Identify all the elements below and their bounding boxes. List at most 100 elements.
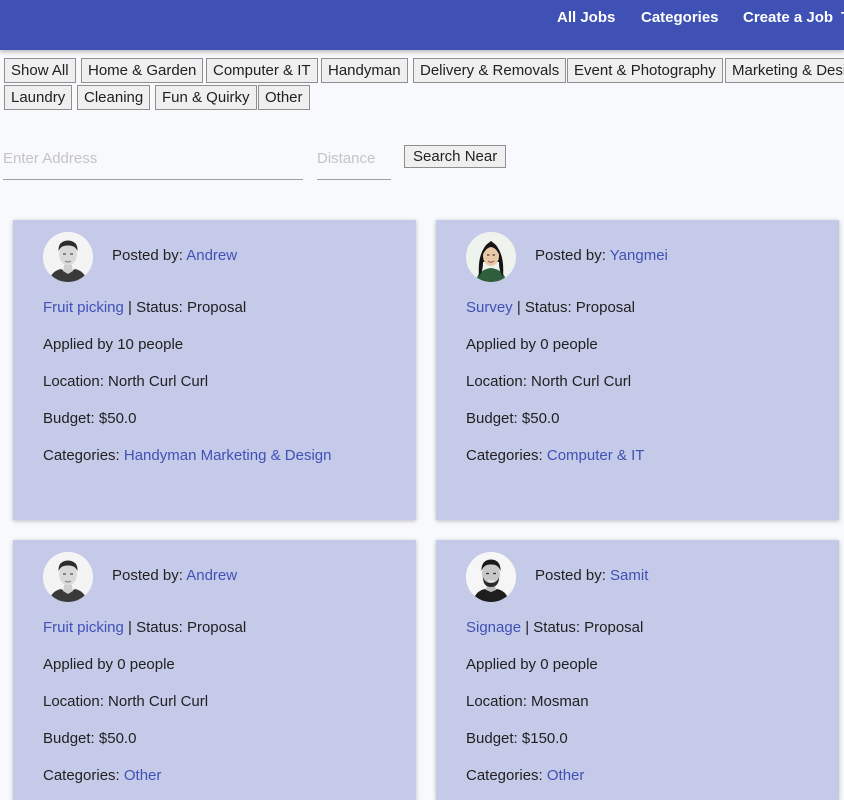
status-value: Proposal xyxy=(186,299,247,316)
categories-label: Categories: xyxy=(43,447,124,464)
applied-prefix: Applied by xyxy=(43,336,118,353)
applied-suffix: people xyxy=(548,336,598,353)
categories-link[interactable]: Computer & IT xyxy=(547,447,645,464)
location-label: Location: xyxy=(43,373,109,390)
job-title-status-line: Fruit picking | Status: Proposal xyxy=(43,619,246,636)
job-title-link[interactable]: Signage xyxy=(466,619,521,636)
location-value: North Curl Curl xyxy=(108,693,209,710)
poster-name-link[interactable]: Samit xyxy=(610,567,648,584)
poster-avatar[interactable] xyxy=(43,232,93,282)
categories-label: Categories: xyxy=(43,767,124,784)
categories-line: Categories: Computer & IT xyxy=(466,447,644,464)
status-value: Proposal xyxy=(186,619,247,636)
filter-computer-it[interactable]: Computer & IT xyxy=(206,58,318,83)
status-value: Proposal xyxy=(584,619,644,636)
categories-label: Categories: xyxy=(466,767,547,784)
job-card: Posted by: Samit Signage | Status: Propo… xyxy=(436,540,839,800)
filter-delivery-removals[interactable]: Delivery & Removals xyxy=(413,58,567,83)
poster-avatar[interactable] xyxy=(43,552,93,602)
filter-marketing-design[interactable]: Marketing & Design xyxy=(725,58,844,83)
applied-prefix: Applied by xyxy=(466,656,541,673)
filter-other[interactable]: Other xyxy=(258,85,310,110)
location-label: Location: xyxy=(43,693,109,710)
job-title-status-line: Survey | Status: Proposal xyxy=(466,299,635,316)
categories-line: Categories: Other xyxy=(43,767,161,784)
filter-home-garden[interactable]: Home & Garden xyxy=(81,58,204,83)
filter-cleaning[interactable]: Cleaning xyxy=(77,85,151,110)
top-navbar: All Jobs Categories Create a Job T xyxy=(0,0,844,50)
nav-categories[interactable]: Categories xyxy=(641,9,719,26)
applied-prefix: Applied by xyxy=(466,336,541,353)
job-card: Posted by: Andrew Fruit picking | Status… xyxy=(13,220,416,520)
budget-line: Budget: $150.0 xyxy=(466,730,568,747)
categories-label: Categories: xyxy=(466,447,547,464)
job-title-link[interactable]: Survey xyxy=(466,299,513,316)
applied-suffix: people xyxy=(125,656,175,673)
location-line: Location: North Curl Curl xyxy=(466,373,631,390)
posted-by-label: Posted by: xyxy=(112,247,187,264)
location-line: Location: North Curl Curl xyxy=(43,693,208,710)
applied-suffix: people xyxy=(133,336,184,353)
filter-handyman[interactable]: Handyman xyxy=(321,58,408,83)
categories-line: Categories: Handyman Marketing & Design xyxy=(43,447,331,464)
job-card: Posted by: Andrew Fruit picking | Status… xyxy=(13,540,416,800)
status-label: | Status: xyxy=(123,619,187,636)
location-value: North Curl Curl xyxy=(108,373,209,390)
budget-label: Budget: xyxy=(466,410,522,427)
applied-line: Applied by 0 people xyxy=(466,656,598,673)
search-near-button[interactable]: Search Near xyxy=(404,145,507,168)
applied-count: 0 xyxy=(117,656,126,673)
budget-label: Budget: xyxy=(43,410,99,427)
location-line: Location: Mosman xyxy=(466,693,589,710)
applied-suffix: people xyxy=(548,656,598,673)
budget-value: $50.0 xyxy=(98,730,137,747)
budget-value: $50.0 xyxy=(521,410,560,427)
applied-line: Applied by 0 people xyxy=(466,336,598,353)
categories-link[interactable]: Handyman Marketing & Design xyxy=(124,447,332,464)
posted-by-line: Posted by: Andrew xyxy=(112,247,237,264)
job-title-link[interactable]: Fruit picking xyxy=(43,619,124,636)
address-input[interactable] xyxy=(3,150,303,167)
budget-line: Budget: $50.0 xyxy=(466,410,559,427)
posted-by-label: Posted by: xyxy=(535,567,611,584)
budget-line: Budget: $50.0 xyxy=(43,730,136,747)
poster-avatar[interactable] xyxy=(466,232,516,282)
poster-name-link[interactable]: Andrew xyxy=(186,247,237,264)
distance-field xyxy=(317,144,391,180)
posted-by-line: Posted by: Andrew xyxy=(112,567,237,584)
status-label: | Status: xyxy=(123,299,187,316)
nav-create-job[interactable]: Create a Job xyxy=(743,9,833,26)
filter-show-all[interactable]: Show All xyxy=(4,58,76,83)
applied-line: Applied by 0 people xyxy=(43,656,175,673)
location-label: Location: xyxy=(466,693,532,710)
status-label: | Status: xyxy=(521,619,585,636)
nav-all-jobs[interactable]: All Jobs xyxy=(557,9,615,26)
applied-count: 10 xyxy=(117,336,134,353)
categories-link[interactable]: Other xyxy=(547,767,585,784)
job-title-status-line: Fruit picking | Status: Proposal xyxy=(43,299,246,316)
job-title-status-line: Signage | Status: Proposal xyxy=(466,619,643,636)
budget-line: Budget: $50.0 xyxy=(43,410,136,427)
job-title-link[interactable]: Fruit picking xyxy=(43,299,124,316)
filter-laundry[interactable]: Laundry xyxy=(4,85,73,110)
poster-avatar[interactable] xyxy=(466,552,516,602)
distance-input[interactable] xyxy=(317,150,391,167)
location-value: North Curl Curl xyxy=(531,373,632,390)
poster-name-link[interactable]: Yangmei xyxy=(610,247,668,264)
filter-fun-quirky[interactable]: Fun & Quirky xyxy=(155,85,257,110)
posted-by-label: Posted by: xyxy=(535,247,610,264)
address-field xyxy=(3,144,303,180)
location-value: Mosman xyxy=(531,693,589,710)
categories-line: Categories: Other xyxy=(466,767,584,784)
status-label: | Status: xyxy=(512,299,576,316)
budget-label: Budget: xyxy=(43,730,99,747)
applied-line: Applied by 10 people xyxy=(43,336,183,353)
budget-value: $150.0 xyxy=(521,730,568,747)
budget-label: Budget: xyxy=(466,730,522,747)
job-card: Posted by: Yangmei Survey | Status: Prop… xyxy=(436,220,839,520)
location-line: Location: North Curl Curl xyxy=(43,373,208,390)
posted-by-label: Posted by: xyxy=(112,567,187,584)
categories-link[interactable]: Other xyxy=(124,767,162,784)
poster-name-link[interactable]: Andrew xyxy=(186,567,237,584)
filter-event-photography[interactable]: Event & Photography xyxy=(567,58,723,83)
